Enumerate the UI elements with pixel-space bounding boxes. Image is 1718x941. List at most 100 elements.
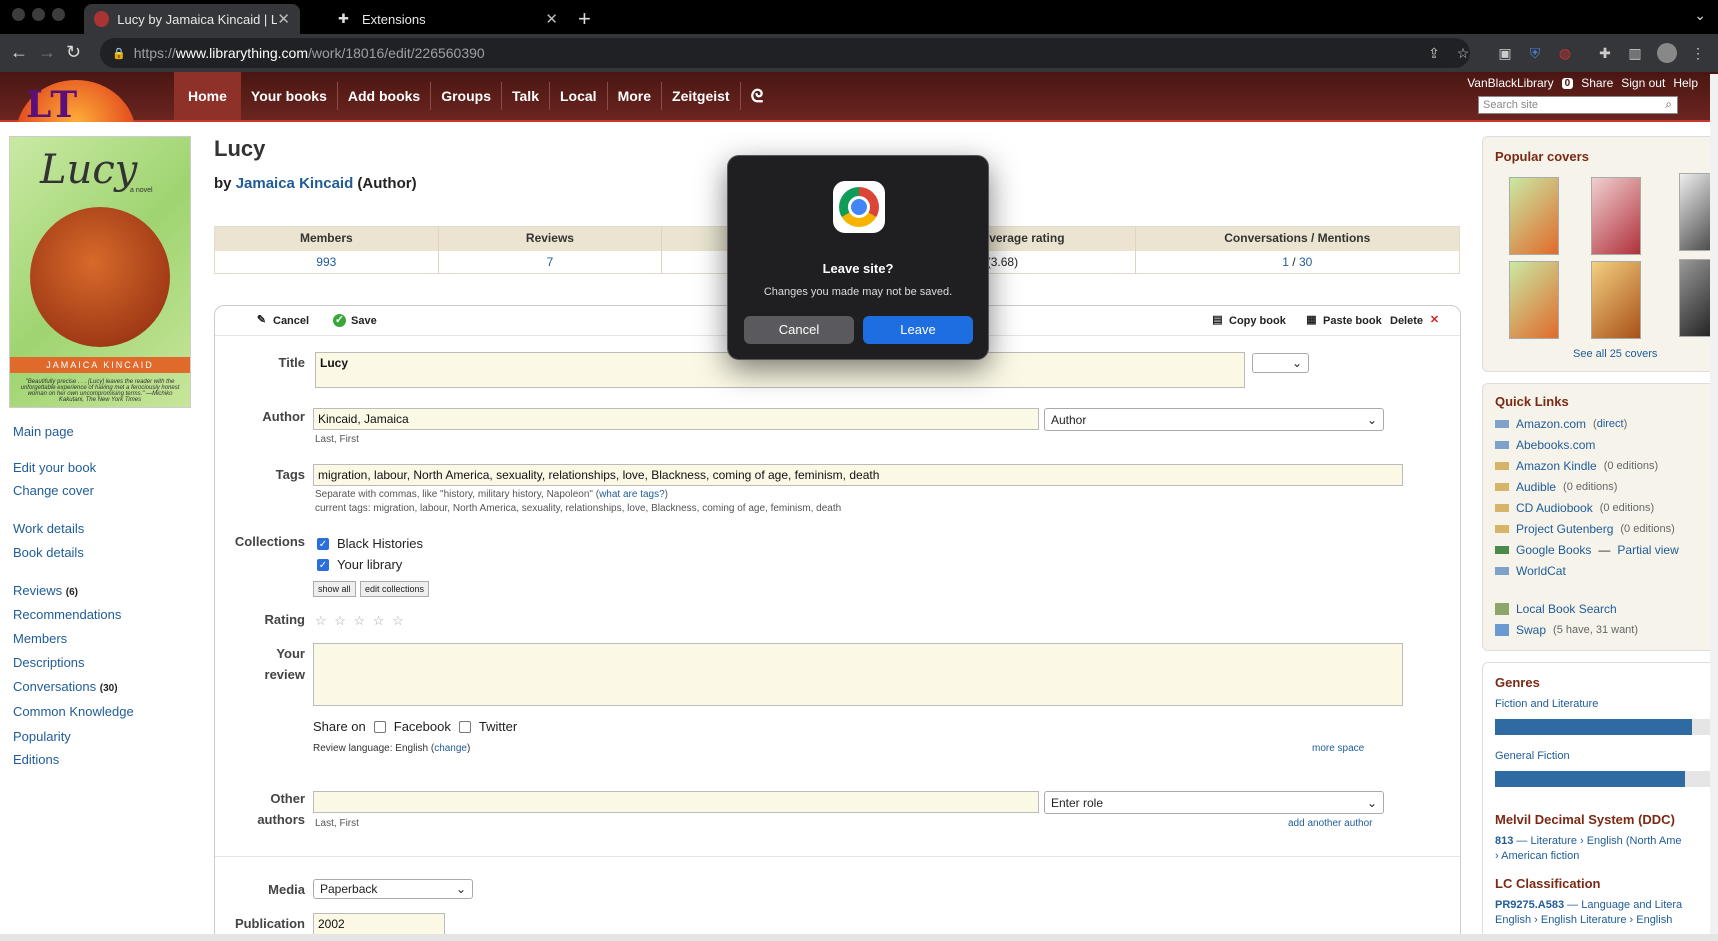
cover-thumbnail[interactable]: [1509, 177, 1559, 255]
sign-out-link[interactable]: Sign out: [1621, 76, 1665, 90]
nav-home[interactable]: Home: [174, 72, 241, 120]
cancel-button[interactable]: ✎ Cancel: [255, 314, 309, 327]
profile-avatar[interactable]: [1657, 43, 1677, 63]
librarything-logo[interactable]: LT: [16, 80, 136, 122]
left-nav-conversations[interactable]: Conversations: [13, 679, 96, 694]
author-role-select[interactable]: Author ⌄: [1044, 408, 1384, 431]
browser-tab-extensions[interactable]: ✚ Extensions ✕: [328, 4, 568, 34]
left-nav-reviews[interactable]: Reviews: [13, 583, 62, 598]
nav-add-books[interactable]: Add books: [338, 72, 430, 120]
left-nav-book-details[interactable]: Book details: [13, 545, 84, 560]
author-field[interactable]: Kincaid, Jamaica: [313, 408, 1039, 430]
share-icon[interactable]: ⇪: [1426, 45, 1442, 61]
change-language-link[interactable]: change: [434, 743, 467, 754]
cover-thumbnail[interactable]: [1509, 261, 1559, 339]
left-nav-editions[interactable]: Editions: [13, 752, 59, 767]
other-author-role-select[interactable]: Enter role ⌄: [1044, 791, 1384, 814]
help-link[interactable]: Help: [1673, 76, 1698, 90]
title-language-select[interactable]: ⌄: [1252, 353, 1309, 373]
forward-arrow-icon[interactable]: →: [38, 42, 56, 62]
genre-general-fiction-link[interactable]: General Fiction: [1495, 750, 1570, 762]
twitter-checkbox[interactable]: [458, 720, 471, 733]
left-nav-common-knowledge[interactable]: Common Knowledge: [13, 704, 134, 719]
nav-groups[interactable]: Groups: [431, 72, 501, 120]
close-tab-icon[interactable]: ✕: [277, 10, 290, 28]
search-icon[interactable]: ⌕: [1665, 97, 1672, 112]
dialog-cancel-button[interactable]: Cancel: [744, 316, 854, 344]
extension-icon[interactable]: ▣: [1497, 45, 1513, 61]
edit-collections-button[interactable]: edit collections: [360, 581, 430, 597]
genre-fiction-literature-link[interactable]: Fiction and Literature: [1495, 698, 1598, 710]
nav-more[interactable]: More: [608, 72, 661, 120]
review-textarea[interactable]: [313, 643, 1403, 706]
nav-zeitgeist[interactable]: Zeitgeist: [662, 72, 740, 120]
review-label-line2: review: [264, 667, 305, 682]
delete-button[interactable]: Delete ✕: [1390, 314, 1441, 327]
add-another-author-link[interactable]: add another author: [1288, 818, 1373, 829]
maximize-window-button[interactable]: [52, 8, 65, 21]
cover-thumbnail[interactable]: [1591, 261, 1641, 339]
author-link[interactable]: Jamaica Kincaid: [236, 175, 354, 192]
nav-local[interactable]: Local: [550, 72, 607, 120]
left-nav-recommendations[interactable]: Recommendations: [13, 607, 121, 622]
minimize-window-button[interactable]: [32, 8, 45, 21]
left-nav-work-details[interactable]: Work details: [13, 521, 84, 536]
pencil-icon: ✎: [256, 314, 267, 326]
share-link[interactable]: Share: [1581, 76, 1613, 90]
shield-icon[interactable]: ⛨: [1527, 45, 1543, 61]
left-nav-members[interactable]: Members: [13, 631, 67, 646]
close-window-button[interactable]: [12, 8, 25, 21]
snail-icon[interactable]: ᘓ: [741, 72, 774, 120]
horizontal-scrollbar[interactable]: [0, 934, 1718, 941]
tab-search-chevron-icon[interactable]: ⌄: [1694, 7, 1706, 24]
checkbox-checked-icon[interactable]: ✓: [317, 558, 329, 571]
flag-icon: [1495, 567, 1509, 575]
see-all-covers-link[interactable]: See all 25 covers: [1573, 348, 1657, 360]
message-count-badge[interactable]: 0: [1561, 77, 1574, 89]
publication-field[interactable]: 2002: [313, 913, 445, 935]
lcc-path-2[interactable]: English › English Literature › English: [1495, 914, 1672, 926]
left-nav-popularity[interactable]: Popularity: [13, 729, 71, 744]
map-icon: [1495, 603, 1509, 615]
librarything-extension-icon[interactable]: ◍: [1557, 45, 1573, 61]
browser-tab-librarything[interactable]: Lucy by Jamaica Kincaid | Libra ✕: [84, 4, 300, 34]
left-nav-main-page[interactable]: Main page: [13, 424, 74, 439]
dialog-leave-button[interactable]: Leave: [863, 316, 973, 344]
cover-thumbnail[interactable]: [1591, 177, 1641, 255]
ddc-path-2[interactable]: › American fiction: [1495, 850, 1579, 862]
show-all-collections-button[interactable]: show all: [313, 581, 356, 597]
more-space-link[interactable]: more space: [1312, 743, 1364, 754]
left-nav-descriptions[interactable]: Descriptions: [13, 655, 85, 670]
other-author-field[interactable]: [313, 791, 1039, 813]
nav-your-books[interactable]: Your books: [241, 72, 337, 120]
close-tab-icon[interactable]: ✕: [545, 10, 558, 28]
media-select[interactable]: Paperback ⌄: [313, 879, 473, 899]
book-cover-image[interactable]: Lucy a novel JAMAICA KINCAID "Beautifull…: [9, 136, 191, 408]
left-nav-edit-your-book[interactable]: Edit your book: [13, 460, 96, 475]
copy-book-button[interactable]: ▤ Copy book: [1211, 314, 1286, 327]
side-panel-icon[interactable]: ▥: [1627, 45, 1643, 61]
what-are-tags-link[interactable]: what are tags?: [599, 489, 665, 500]
bookmark-star-icon[interactable]: ☆: [1455, 45, 1471, 61]
site-search-input[interactable]: Search site: [1478, 96, 1678, 114]
tags-field[interactable]: migration, labour, North America, sexual…: [313, 464, 1403, 486]
paste-book-button[interactable]: ▦ Paste book: [1305, 314, 1381, 327]
rating-stars-input[interactable]: ☆ ☆ ☆ ☆ ☆: [315, 613, 406, 629]
collection-your-library[interactable]: ✓ Your library: [317, 557, 402, 572]
extensions-puzzle-icon[interactable]: ✚: [1597, 45, 1613, 61]
vertical-scrollbar[interactable]: [1710, 74, 1718, 934]
current-tags: current tags: migration, labour, North A…: [315, 503, 842, 514]
nav-talk[interactable]: Talk: [502, 72, 549, 120]
username-link[interactable]: VanBlackLibrary: [1467, 76, 1553, 90]
left-nav-change-cover[interactable]: Change cover: [13, 483, 94, 498]
save-button[interactable]: ✓ Save: [333, 314, 377, 327]
collection-black-histories[interactable]: ✓ Black Histories: [317, 536, 423, 551]
menu-dots-icon[interactable]: ⋮: [1690, 45, 1706, 61]
new-tab-icon[interactable]: +: [578, 6, 591, 32]
reload-icon[interactable]: ↻: [66, 42, 81, 62]
url-field[interactable]: 🔒 https://www.librarything.com/work/1801…: [100, 38, 1470, 68]
facebook-checkbox[interactable]: [373, 720, 386, 733]
back-arrow-icon[interactable]: ←: [10, 42, 28, 62]
checkbox-checked-icon[interactable]: ✓: [317, 537, 329, 550]
folder-icon: [1495, 525, 1509, 533]
